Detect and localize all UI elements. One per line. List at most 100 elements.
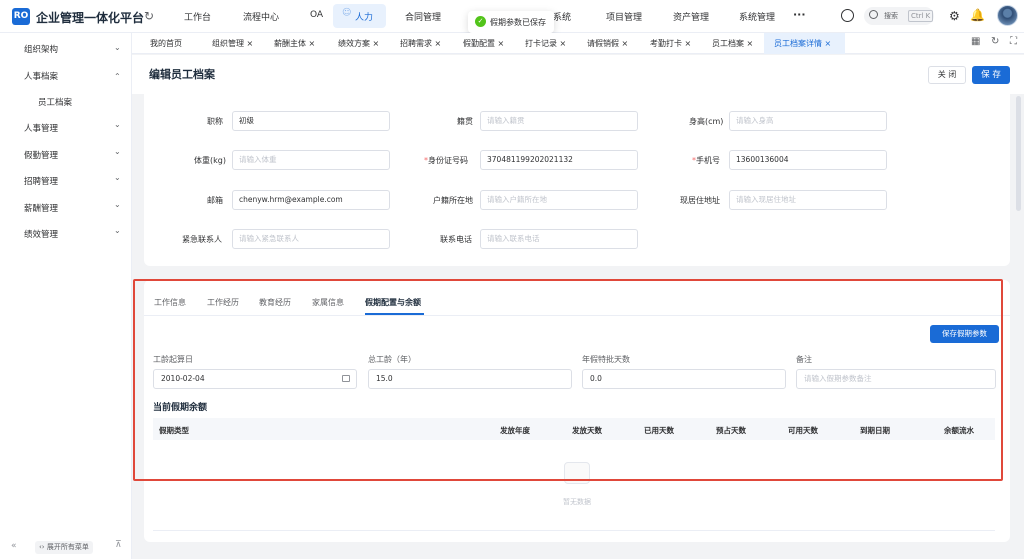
col-leave-type: 假期类型 xyxy=(159,426,189,435)
hukou-label: 户籍所在地 xyxy=(433,196,473,205)
tab-home[interactable]: 我的首页 xyxy=(150,38,182,49)
nav-item-contract[interactable]: 合同管理 xyxy=(405,10,441,23)
address-field[interactable]: 请输入现居住地址 xyxy=(729,190,887,210)
seniority-start-date-picker[interactable]: 2010-02-04 xyxy=(153,369,357,389)
nav-item-workbench[interactable]: 工作台 xyxy=(184,10,211,23)
tab-leave[interactable]: 请假销假 × xyxy=(587,38,628,49)
bell-icon[interactable]: 🔔 xyxy=(970,8,985,22)
nav-item-asset[interactable]: 资产管理 xyxy=(673,10,709,23)
refresh-icon[interactable]: ↻ xyxy=(991,36,999,47)
chevron-down-icon: ⌄ xyxy=(114,43,121,52)
tab-employee-file[interactable]: 员工档案 × xyxy=(712,38,753,49)
emergency-contact-label: 紧急联系人 xyxy=(182,235,222,244)
expand-all-menus-button[interactable]: ‹› 展开所有菜单 xyxy=(35,541,93,554)
tab-performance-plan[interactable]: 绩效方案 × xyxy=(338,38,379,49)
close-icon[interactable]: × xyxy=(435,39,442,48)
search-label: 搜索 xyxy=(884,12,898,20)
subtab-work-history[interactable]: 工作经历 xyxy=(207,297,239,308)
close-icon[interactable]: × xyxy=(560,39,567,48)
nav-more-icon[interactable]: ··· xyxy=(793,8,806,21)
reload-icon[interactable]: ↻ xyxy=(144,9,154,23)
note-label: 备注 xyxy=(796,355,812,364)
title-field[interactable]: 初级 xyxy=(232,111,390,131)
close-icon[interactable]: × xyxy=(825,39,832,48)
subtab-education[interactable]: 教育经历 xyxy=(259,297,291,308)
save-button[interactable]: 保 存 xyxy=(972,66,1010,84)
grid-icon[interactable]: ▦ xyxy=(971,36,980,47)
chevron-up-icon: ⌃ xyxy=(114,72,121,81)
nav-item-oa[interactable]: OA xyxy=(310,10,323,20)
tab-label: 薪酬主体 xyxy=(274,39,306,48)
col-grant-days: 发放天数 xyxy=(572,426,602,435)
nav-item-project[interactable]: 项目管理 xyxy=(606,10,642,23)
chevron-down-icon: ⌄ xyxy=(114,147,121,156)
sidebar-item-org[interactable]: 组织架构 xyxy=(24,43,58,55)
close-icon[interactable]: × xyxy=(247,39,254,48)
height-field[interactable]: 请输入身高 xyxy=(729,111,887,131)
chevron-down-icon: ⌄ xyxy=(114,120,121,129)
close-icon[interactable]: × xyxy=(498,39,505,48)
nav-item-system-admin[interactable]: 系统管理 xyxy=(739,10,775,23)
email-field[interactable]: chenyw.hrm@example.com xyxy=(232,190,390,210)
tab-employee-file-detail[interactable]: 员工档案详情 × xyxy=(774,38,831,49)
note-field[interactable]: 请输入假期参数备注 xyxy=(796,369,996,389)
nav-item-process-center[interactable]: 流程中心 xyxy=(243,10,279,23)
nav-item-system-partial[interactable]: 系统 xyxy=(553,10,571,23)
phone-label-text: 手机号 xyxy=(696,156,720,165)
tab-label: 绩效方案 xyxy=(338,39,370,48)
tab-label: 员工档案 xyxy=(712,39,744,48)
close-icon[interactable]: × xyxy=(309,39,316,48)
hukou-field[interactable]: 请输入户籍所在地 xyxy=(480,190,638,210)
tab-recruit-demand[interactable]: 招聘需求 × xyxy=(400,38,441,49)
tab-clock-in[interactable]: 考勤打卡 × xyxy=(650,38,691,49)
sidebar xyxy=(0,33,132,559)
phone-field[interactable]: 13600136004 xyxy=(729,150,887,170)
pin-icon[interactable]: ⊼ xyxy=(115,540,122,550)
sidebar-item-recruitment[interactable]: 招聘管理 xyxy=(24,175,58,187)
sidebar-item-performance[interactable]: 绩效管理 xyxy=(24,228,58,240)
col-balance-log: 余额流水 xyxy=(944,426,974,435)
tab-salary-subject[interactable]: 薪酬主体 × xyxy=(274,38,315,49)
expand-all-label: 展开所有菜单 xyxy=(46,543,89,551)
calendar-icon[interactable] xyxy=(342,375,350,382)
tab-attendance-config[interactable]: 假勤配置 × xyxy=(463,38,504,49)
close-icon[interactable]: × xyxy=(373,39,380,48)
height-label: 身高(cm) xyxy=(689,117,724,126)
tab-label: 员工档案详情 xyxy=(774,39,822,48)
sidebar-item-attendance[interactable]: 假勤管理 xyxy=(24,149,58,161)
close-icon[interactable]: × xyxy=(685,39,692,48)
contact-phone-label: 联系电话 xyxy=(440,235,472,244)
table-bottom-divider xyxy=(153,530,995,531)
message-icon[interactable] xyxy=(841,9,854,22)
sidebar-item-personnel-file[interactable]: 人事档案 xyxy=(24,70,58,82)
empty-text: 暂无数据 xyxy=(563,498,591,506)
close-icon[interactable]: × xyxy=(747,39,754,48)
user-avatar[interactable] xyxy=(997,5,1018,26)
toast-text: 假期参数已保存 xyxy=(490,18,546,27)
native-place-field[interactable]: 请输入籍贯 xyxy=(480,111,638,131)
nav-item-hr[interactable]: 人力 xyxy=(355,10,373,23)
contact-phone-field[interactable]: 请输入联系电话 xyxy=(480,229,638,249)
annual-leave-days-field[interactable]: 0.0 xyxy=(582,369,786,389)
subtab-leave-balance[interactable]: 假期配置与余额 xyxy=(365,297,421,308)
address-label: 现居住地址 xyxy=(680,196,720,205)
sidebar-item-salary[interactable]: 薪酬管理 xyxy=(24,202,58,214)
fullscreen-icon[interactable]: ⛶ xyxy=(1010,36,1017,47)
sidebar-subitem-employee-file[interactable]: 员工档案 xyxy=(38,96,72,108)
close-button[interactable]: 关 闭 xyxy=(928,66,966,84)
sidebar-item-personnel-mgmt[interactable]: 人事管理 xyxy=(24,122,58,134)
tab-org[interactable]: 组织管理 × xyxy=(212,38,253,49)
emergency-contact-field[interactable]: 请输入紧急联系人 xyxy=(232,229,390,249)
id-number-field[interactable]: 370481199202021132 xyxy=(480,150,638,170)
save-leave-params-button[interactable]: 保存假期参数 xyxy=(930,325,999,343)
total-seniority-field[interactable]: 15.0 xyxy=(368,369,572,389)
col-grant-year: 发放年度 xyxy=(500,426,530,435)
weight-field[interactable]: 请输入体重 xyxy=(232,150,390,170)
gear-icon[interactable]: ⚙ xyxy=(949,9,960,23)
close-icon[interactable]: × xyxy=(622,39,629,48)
page-scrollbar[interactable] xyxy=(1016,96,1021,211)
subtab-family[interactable]: 家属信息 xyxy=(312,297,344,308)
subtab-work-info[interactable]: 工作信息 xyxy=(154,297,186,308)
collapse-sidebar-icon[interactable]: « xyxy=(11,541,17,551)
tab-punch-record[interactable]: 打卡记录 × xyxy=(525,38,566,49)
